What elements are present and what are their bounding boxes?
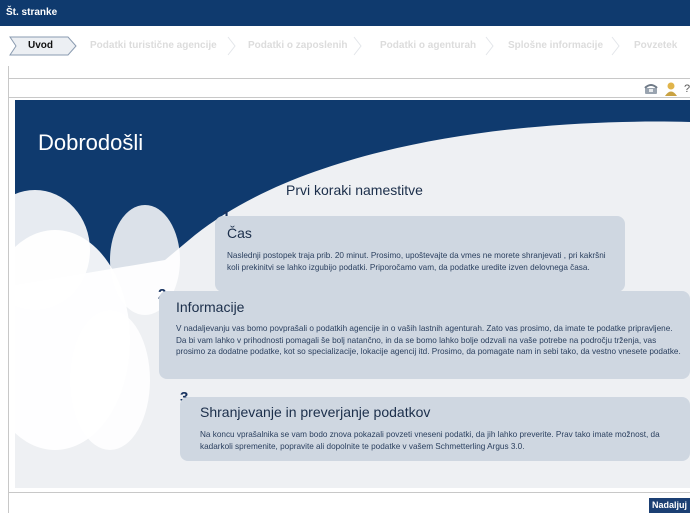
step-label: Uvod bbox=[28, 40, 53, 51]
help-icon[interactable]: ? bbox=[684, 82, 690, 96]
next-button[interactable]: Nadaljuj bbox=[649, 498, 690, 513]
card-text: Na koncu vprašalnika se vam bodo znova p… bbox=[200, 430, 660, 451]
svg-text:?: ? bbox=[684, 83, 690, 95]
info-card-saving: Shranjevanje in preverjanje podatkov Na … bbox=[180, 397, 690, 461]
step-label: Splošne informacije bbox=[508, 40, 604, 51]
step-employees[interactable]: Podatki o zaposlenih bbox=[236, 36, 362, 56]
step-agencies[interactable]: Podatki o agenturah bbox=[362, 36, 494, 56]
divider bbox=[8, 492, 690, 493]
card-title: Shranjevanje in preverjanje podatkov bbox=[200, 404, 431, 420]
top-bar: Št. stranke bbox=[0, 0, 690, 26]
divider bbox=[8, 97, 690, 98]
welcome-panel: Dobrodošli Prvi koraki namestitve 1 Čas … bbox=[15, 100, 690, 488]
step-general-info[interactable]: Splošne informacije bbox=[494, 36, 620, 56]
step-label: Povzetek bbox=[634, 40, 678, 51]
step-label: Podatki o agenturah bbox=[380, 40, 477, 51]
step-summary[interactable]: Povzetek bbox=[620, 36, 690, 56]
wizard-steps: Uvod Podatki turistične agencije Podatki… bbox=[0, 26, 690, 66]
card-title: Informacije bbox=[176, 299, 245, 315]
step-label: Podatki o zaposlenih bbox=[248, 40, 348, 51]
card-text: Naslednji postopek traja prib. 20 minut.… bbox=[227, 251, 606, 272]
card-text: V nadaljevanju vas bomo povprašali o pod… bbox=[176, 324, 681, 356]
info-card-time: Čas Naslednji postopek traja prib. 20 mi… bbox=[215, 216, 625, 292]
setup-subtitle: Prvi koraki namestitve bbox=[286, 182, 423, 198]
step-label: Podatki turistične agencije bbox=[90, 40, 217, 51]
divider bbox=[8, 78, 690, 79]
phone-icon[interactable] bbox=[644, 83, 658, 95]
info-card-information: Informacije V nadaljevanju vas bomo povp… bbox=[159, 291, 690, 379]
step-uvod[interactable]: Uvod bbox=[8, 36, 78, 56]
person-icon[interactable] bbox=[664, 82, 678, 96]
welcome-heading: Dobrodošli bbox=[38, 130, 144, 155]
step-agency-data[interactable]: Podatki turistične agencije bbox=[78, 36, 236, 56]
toolbar-icons: ? bbox=[644, 81, 690, 97]
frame-border bbox=[8, 66, 9, 513]
card-title: Čas bbox=[227, 225, 252, 241]
customer-number-label: Št. stranke bbox=[6, 7, 58, 18]
